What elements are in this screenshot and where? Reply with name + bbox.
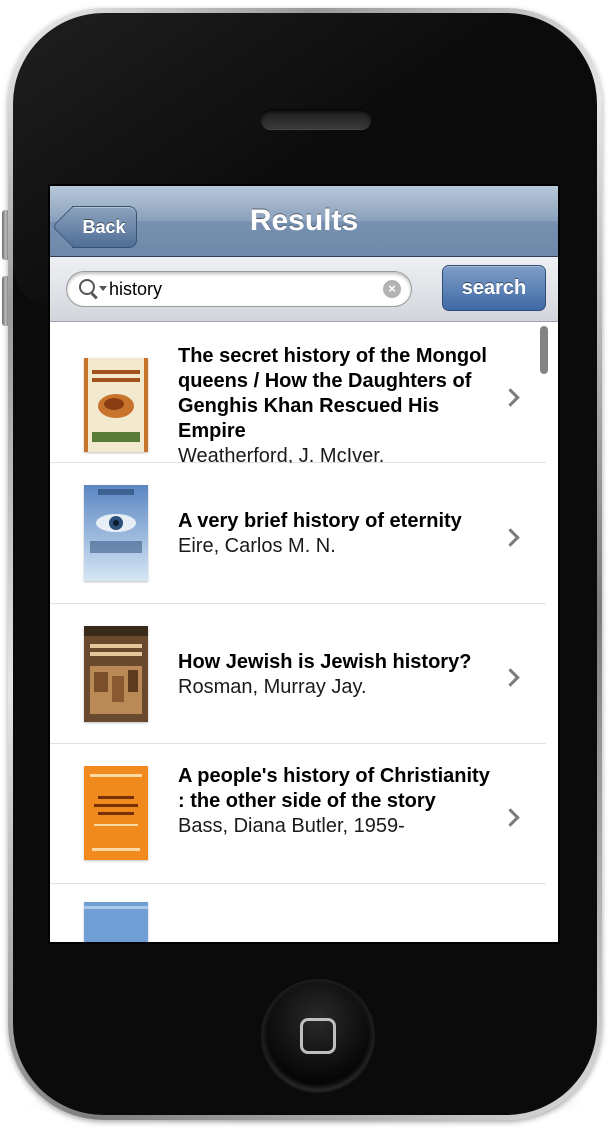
chevron-right-icon	[501, 528, 520, 547]
app-screen: Results Back × search	[50, 186, 558, 942]
book-title: The secret history of the Mongol queens …	[178, 345, 487, 442]
search-scope-caret-icon	[99, 286, 107, 291]
search-field[interactable]: ×	[66, 271, 412, 307]
book-author: Rosman, Murray Jay.	[178, 676, 367, 698]
home-icon	[300, 1018, 336, 1054]
navigation-bar: Results Back	[50, 186, 558, 257]
book-cover	[84, 766, 148, 860]
list-item[interactable]: The secret history of the Mongol queens …	[50, 322, 546, 467]
book-cover-art	[84, 626, 148, 722]
row-text: A people's history of Christianity : the…	[178, 764, 490, 839]
chevron-right-icon	[501, 668, 520, 687]
book-cover	[84, 358, 148, 452]
clear-icon[interactable]: ×	[383, 280, 401, 298]
chevron-right-icon	[501, 808, 520, 827]
book-title: How Jewish is Jewish history?	[178, 651, 472, 673]
book-cover-art	[84, 485, 148, 581]
search-input[interactable]	[109, 277, 369, 301]
back-button[interactable]: Back	[72, 206, 137, 248]
search-button[interactable]: search	[442, 265, 546, 311]
home-button[interactable]	[263, 981, 373, 1091]
book-cover-art	[84, 358, 148, 452]
back-button-label: Back	[82, 216, 126, 237]
book-title: A people's history of Christianity : the…	[178, 765, 490, 812]
book-cover	[84, 626, 148, 722]
book-cover-art	[84, 766, 148, 860]
book-author: Bass, Diana Butler, 1959-	[178, 815, 405, 837]
list-item[interactable]: How Jewish is Jewish history? Rosman, Mu…	[50, 604, 546, 744]
earpiece-speaker	[261, 109, 371, 129]
results-list: The secret history of the Mongol queens …	[50, 322, 558, 942]
search-icon	[79, 279, 95, 295]
list-item[interactable]	[50, 884, 546, 942]
book-cover-art	[84, 902, 148, 942]
book-cover	[84, 485, 148, 581]
book-author: Eire, Carlos M. N.	[178, 535, 336, 557]
list-item[interactable]: A people's history of Christianity : the…	[50, 744, 546, 884]
scrollbar[interactable]	[540, 326, 548, 374]
chevron-right-icon	[501, 388, 520, 407]
search-bar: × search	[50, 257, 558, 322]
list-item[interactable]: A very brief history of eternity Eire, C…	[50, 463, 546, 604]
row-text: A very brief history of eternity Eire, C…	[178, 509, 490, 559]
row-text: The secret history of the Mongol queens …	[178, 344, 490, 469]
row-text: How Jewish is Jewish history? Rosman, Mu…	[178, 650, 490, 700]
book-cover	[84, 902, 148, 942]
book-title: A very brief history of eternity	[178, 510, 462, 532]
